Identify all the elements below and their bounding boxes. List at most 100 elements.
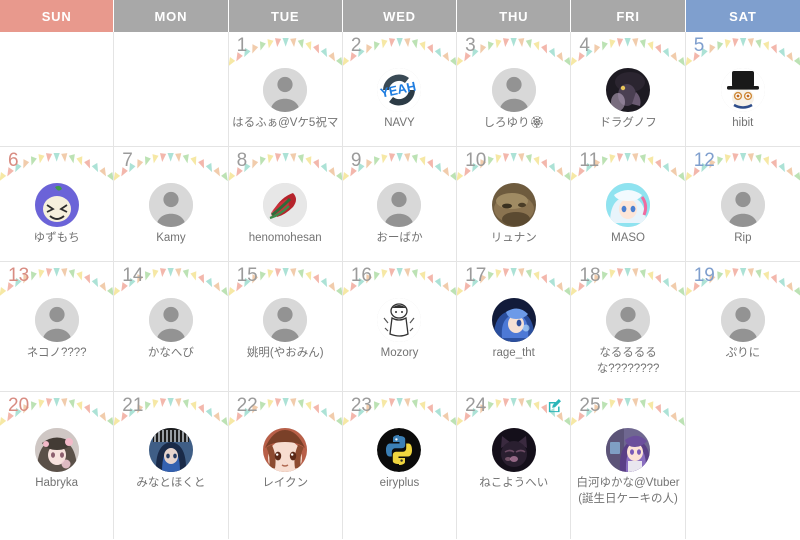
calendar-entry[interactable]: rage_tht (457, 298, 570, 362)
day-cell-16[interactable]: 16 Mozory (342, 262, 458, 391)
day-number: 12 (693, 150, 715, 171)
day-cell-1[interactable]: 1 はるふぁ@Vケ5祝マ (228, 32, 343, 146)
day-number: 5 (693, 35, 705, 56)
day-number: 10 (465, 150, 487, 171)
entry-author-name: リュナン (490, 232, 537, 244)
calendar-entry[interactable]: hibit (686, 68, 800, 132)
calendar-entry[interactable]: しろゆり🏵 (457, 68, 570, 132)
day-cell-14[interactable]: 14 かなへび (114, 262, 229, 391)
day-number: 3 (465, 35, 476, 56)
calendar-entry[interactable]: なるるるるな???????? (571, 298, 684, 378)
day-number: 24 (465, 395, 487, 416)
day-number: 13 (8, 265, 30, 286)
day-cell-3[interactable]: 3 しろゆり🏵 (457, 32, 572, 146)
day-cell-23[interactable]: 23 eiryplus (342, 392, 458, 539)
entry-author-name: ねこようへい (479, 477, 549, 489)
day-cell-17[interactable]: 17 rage_tht (457, 262, 572, 391)
avatar-image[interactable] (34, 428, 79, 472)
avatar-image[interactable] (148, 428, 193, 472)
default-person-avatar-icon[interactable] (491, 68, 536, 112)
avatar-image[interactable] (491, 183, 536, 227)
day-cell-21[interactable]: 21 みなとほくと (114, 392, 229, 539)
day-cell-25[interactable]: 25 白河ゆかな@Vtuber(誕生日ケーキの人) (571, 392, 686, 539)
calendar-entry[interactable]: ぷりに (686, 298, 800, 362)
weekday-header-thu: THU (457, 0, 572, 32)
avatar-image[interactable]: YEAH (377, 68, 422, 112)
day-cell-11[interactable]: 11 MASO (571, 147, 686, 261)
day-number: 25 (579, 395, 601, 416)
avatar-image[interactable] (491, 428, 536, 472)
default-person-avatar-icon[interactable] (263, 68, 308, 112)
day-cell-15[interactable]: 15 姚明(やおみん) (228, 262, 343, 391)
entry-author-name: 白河ゆかな@Vtuber(誕生日ケーキの人) (576, 477, 680, 505)
edit-entry-icon[interactable] (547, 398, 562, 413)
birthday-calendar: SUN MON TUE WED THU FRI SAT 1 はるふぁ@Vケ5祝マ 2 YEAH NA… (0, 0, 800, 540)
default-person-avatar-icon[interactable] (148, 298, 193, 342)
avatar-image[interactable] (377, 298, 422, 342)
entry-author-name: henomohesan (248, 232, 322, 244)
calendar-entry[interactable]: ねこようへい (457, 428, 570, 492)
default-person-avatar-icon[interactable] (263, 298, 308, 342)
avatar-image[interactable] (263, 428, 308, 472)
entry-author-name: MASO (611, 232, 645, 244)
day-cell-19[interactable]: 19 ぷりに (685, 262, 800, 391)
default-person-avatar-icon[interactable] (34, 298, 79, 342)
avatar-image[interactable] (606, 68, 651, 112)
default-person-avatar-icon[interactable] (606, 298, 651, 342)
day-cell-20[interactable]: 20 Habryka (0, 392, 115, 539)
entry-author-name: NAVY (384, 117, 415, 129)
avatar-image[interactable] (377, 428, 422, 472)
weekday-header-tue: TUE (228, 0, 343, 32)
day-cell-22[interactable]: 22 レイクン (228, 392, 343, 539)
day-cell-18[interactable]: 18 なるるるるな???????? (571, 262, 686, 391)
day-cell-24[interactable]: 24 ねこようへい (457, 392, 572, 539)
calendar-entry[interactable]: ゆずもち (0, 183, 113, 247)
default-person-avatar-icon[interactable] (377, 183, 422, 227)
entry-author-name: なるるるるな???????? (596, 347, 660, 375)
entry-author-name: おーばか (376, 232, 423, 244)
calendar-entry[interactable]: henomohesan (229, 183, 342, 247)
default-person-avatar-icon[interactable] (720, 298, 765, 342)
calendar-entry[interactable]: レイクン (229, 428, 342, 492)
calendar-entry[interactable]: Habryka (0, 428, 113, 492)
calendar-entry[interactable]: ネコノ???? (0, 298, 113, 362)
calendar-entry[interactable]: はるふぁ@Vケ5祝マ (229, 68, 342, 132)
day-cell-9[interactable]: 9 おーばか (342, 147, 458, 261)
day-cell-2[interactable]: 2 YEAH NAVY (342, 32, 458, 146)
day-cell-12[interactable]: 12 Rip (685, 147, 800, 261)
calendar-entry[interactable]: リュナン (457, 183, 570, 247)
day-cell-10[interactable]: 10 リュナン (457, 147, 572, 261)
calendar-entry[interactable]: かなへび (114, 298, 227, 362)
calendar-entry[interactable]: 姚明(やおみん) (229, 298, 342, 362)
calendar-entry[interactable]: ドラグノフ (571, 68, 684, 132)
calendar-entry[interactable]: みなとほくと (114, 428, 227, 492)
calendar-entry[interactable]: MASO (571, 183, 684, 247)
calendar-entry[interactable]: 白河ゆかな@Vtuber(誕生日ケーキの人) (571, 428, 684, 508)
avatar-image[interactable] (34, 183, 79, 227)
day-number: 11 (579, 150, 600, 171)
default-person-avatar-icon[interactable] (148, 183, 193, 227)
day-cell-13[interactable]: 13 ネコノ???? (0, 262, 115, 391)
calendar-entry[interactable]: YEAH NAVY (343, 68, 456, 132)
day-cell-5[interactable]: 5 hibit (685, 32, 800, 146)
avatar-image[interactable] (606, 428, 651, 472)
calendar-entry[interactable]: Kamy (114, 183, 227, 247)
avatar-image[interactable] (606, 183, 651, 227)
weekday-header-mon: MON (114, 0, 229, 32)
avatar-image[interactable] (491, 298, 536, 342)
default-person-avatar-icon[interactable] (720, 183, 765, 227)
day-number: 6 (8, 150, 19, 171)
calendar-entry[interactable]: おーばか (343, 183, 456, 247)
day-cell-8[interactable]: 8 henomohesan (228, 147, 343, 261)
day-number: 8 (236, 150, 248, 171)
day-cell-4[interactable]: 4 ドラグノフ (571, 32, 686, 146)
day-cell-7[interactable]: 7 Kamy (114, 147, 229, 261)
day-number: 4 (579, 35, 590, 56)
calendar-entry[interactable]: Rip (686, 183, 800, 247)
day-cell-6[interactable]: 6 ゆずもち (0, 147, 115, 261)
calendar-entry[interactable]: Mozory (343, 298, 456, 362)
calendar-entry[interactable]: eiryplus (343, 428, 456, 492)
avatar-image[interactable] (720, 68, 765, 112)
avatar-image[interactable] (263, 183, 308, 227)
entry-author-name: みなとほくと (136, 477, 206, 489)
